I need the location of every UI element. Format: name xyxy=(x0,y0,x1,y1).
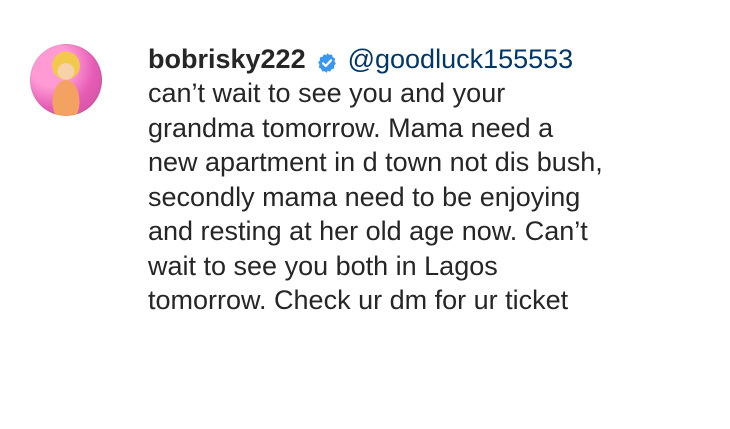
comment-text-line: tomorrow. Check ur dm for ur ticket xyxy=(148,285,569,315)
verified-badge-icon xyxy=(316,48,338,73)
comment-header: bobrisky222 @goodluck155553 xyxy=(148,42,710,76)
comment-text: can’t wait to see you and your grandma t… xyxy=(148,76,710,318)
comment: bobrisky222 @goodluck155553 can’t wait t… xyxy=(30,42,710,318)
comment-text-line: and resting at her old age now. Can’t xyxy=(148,216,588,246)
comment-text-line: new apartment in d town not dis bush, xyxy=(148,147,603,177)
comment-body: bobrisky222 @goodluck155553 can’t wait t… xyxy=(148,42,710,318)
mention-link[interactable]: @goodluck155553 xyxy=(348,42,574,76)
avatar[interactable] xyxy=(30,44,102,116)
username-link[interactable]: bobrisky222 xyxy=(148,42,306,76)
comment-text-line: can’t wait to see you and your xyxy=(148,78,506,108)
comment-text-line: secondly mama need to be enjoying xyxy=(148,181,581,212)
comment-text-line: wait to see you both in Lagos xyxy=(148,250,498,281)
comment-text-line: grandma tomorrow. Mama need a xyxy=(148,112,554,143)
